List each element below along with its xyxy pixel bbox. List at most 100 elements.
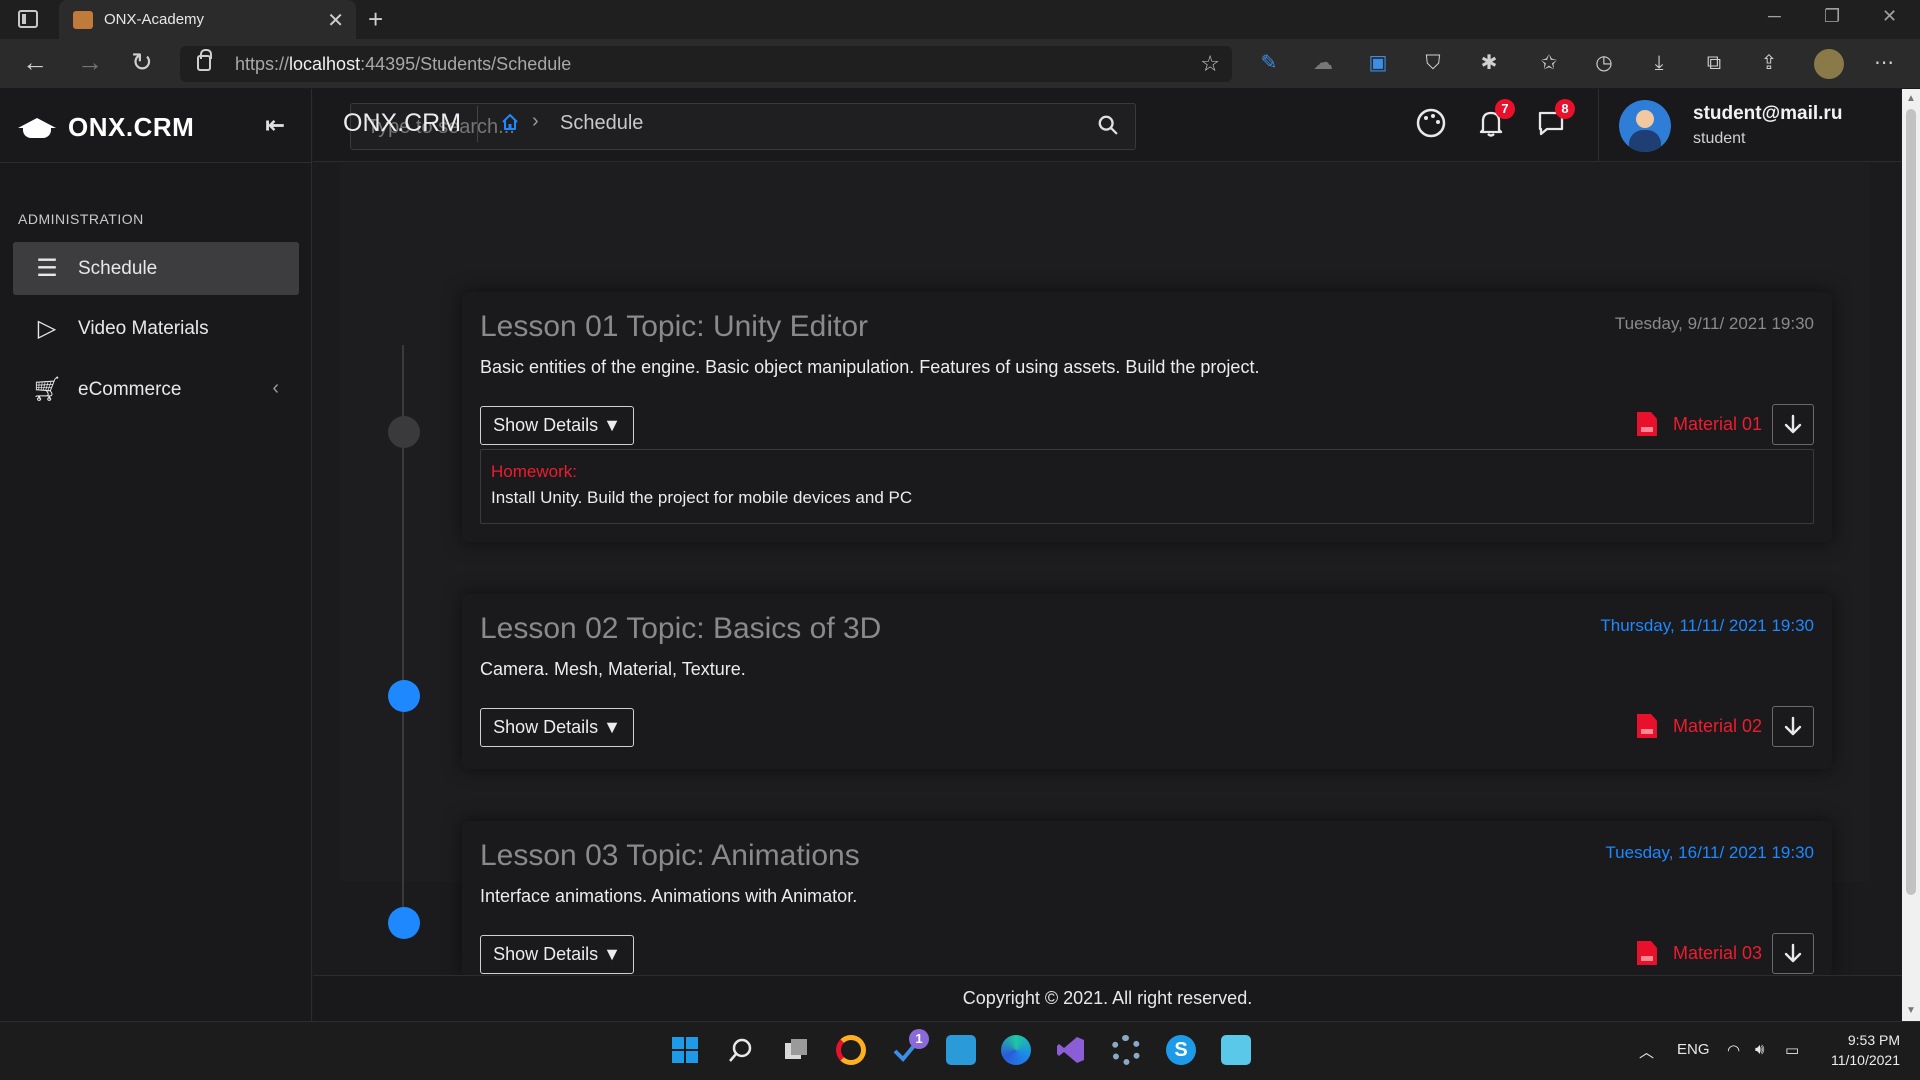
- timer-app-icon[interactable]: [836, 1035, 866, 1065]
- volume-icon[interactable]: 🔊︎: [1755, 1041, 1764, 1058]
- visual-studio-icon[interactable]: [1056, 1035, 1086, 1065]
- lesson-card: Lesson 02 Topic: Basics of 3D Thursday, …: [462, 594, 1832, 769]
- shield-extension-icon[interactable]: ⛉: [1421, 51, 1445, 75]
- download-button[interactable]: [1772, 404, 1814, 445]
- brand[interactable]: ONX.CRM: [18, 107, 194, 147]
- scroll-up-icon[interactable]: ▲: [1906, 93, 1916, 104]
- scroll-down-icon[interactable]: ▼: [1906, 1005, 1916, 1016]
- new-tab-icon[interactable]: +: [368, 4, 383, 35]
- taskbar-search-icon[interactable]: [726, 1035, 756, 1065]
- chevron-right-icon: ›: [532, 110, 539, 132]
- lesson-title: Lesson 01 Topic: Unity Editor: [480, 310, 868, 343]
- show-details-button[interactable]: Show Details ▼: [480, 935, 634, 974]
- material-link[interactable]: Material 02: [1636, 714, 1762, 738]
- forward-icon[interactable]: →: [77, 47, 103, 78]
- todo-app-icon[interactable]: 1: [891, 1029, 929, 1065]
- favorites-icon[interactable]: ✩: [1537, 51, 1561, 75]
- scroll-thumb[interactable]: [1906, 109, 1916, 895]
- homework-text: Install Unity. Build the project for mob…: [491, 488, 913, 507]
- more-options-icon[interactable]: ⋯: [1872, 51, 1896, 75]
- search-icon[interactable]: [1097, 114, 1119, 136]
- homework-label: Homework:: [491, 462, 577, 481]
- material-link[interactable]: Material 01: [1636, 412, 1762, 436]
- taskbar-clock[interactable]: 9:53 PM 11/10/2021: [1831, 1030, 1900, 1070]
- search-box: [350, 103, 1136, 150]
- site-favicon-icon: [73, 11, 93, 29]
- edge-browser-icon[interactable]: [1001, 1035, 1031, 1065]
- sidebar-item-schedule[interactable]: ☰ Schedule: [13, 242, 299, 295]
- download-arrow-icon: [1784, 414, 1802, 433]
- palette-icon[interactable]: [1413, 105, 1449, 141]
- lesson-date: Tuesday, 16/11/ 2021 19:30: [1605, 843, 1814, 862]
- wifi-icon[interactable]: ◠: [1727, 1041, 1740, 1059]
- download-button[interactable]: [1772, 706, 1814, 747]
- material-label: Material 02: [1672, 715, 1762, 736]
- avatar[interactable]: [1619, 100, 1671, 152]
- close-tab-icon[interactable]: ✕: [327, 8, 344, 33]
- tray-expand-icon[interactable]: ︿: [1639, 1041, 1654, 1062]
- material-label: Material 03: [1672, 942, 1762, 963]
- user-email[interactable]: student@mail.ru: [1693, 103, 1842, 125]
- timeline-dot-upcoming: [388, 680, 420, 712]
- tab-actions-icon[interactable]: [18, 10, 38, 28]
- chevron-left-icon: ‹: [272, 377, 279, 399]
- taskbar: 1 S ︿ ENG ◠ 🔊︎ ▭ 9:53 PM 11/10/2021: [0, 1021, 1920, 1080]
- task-view-icon[interactable]: [781, 1035, 811, 1065]
- history-icon[interactable]: ◷: [1592, 51, 1616, 75]
- url-text[interactable]: https://localhost:44395/Students/Schedul…: [235, 54, 571, 75]
- todo-badge: 1: [909, 1029, 929, 1049]
- maximize-icon[interactable]: ❐: [1824, 6, 1840, 27]
- lesson-date: Tuesday, 9/11/ 2021 19:30: [1614, 314, 1814, 333]
- show-details-button[interactable]: Show Details ▼: [480, 708, 634, 747]
- notepad-icon[interactable]: [1221, 1035, 1251, 1065]
- address-bar[interactable]: https://localhost:44395/Students/Schedul…: [180, 46, 1232, 82]
- show-details-button[interactable]: Show Details ▼: [480, 406, 634, 445]
- messages-badge: 8: [1555, 99, 1575, 119]
- language-indicator[interactable]: ENG: [1677, 1041, 1710, 1058]
- sidebar-item-video-materials[interactable]: ▷ Video Materials: [13, 302, 299, 355]
- browser-tab[interactable]: ONX-Academy ✕: [59, 0, 356, 39]
- collapse-sidebar-icon[interactable]: ⇤: [265, 111, 285, 140]
- list-icon: ☰: [36, 255, 58, 282]
- lesson-title: Lesson 02 Topic: Basics of 3D: [480, 612, 882, 645]
- browser-profile-avatar[interactable]: [1814, 49, 1844, 79]
- pdf-file-icon: [1636, 412, 1657, 436]
- downloads-icon[interactable]: ⤓: [1647, 51, 1671, 75]
- back-icon[interactable]: ←: [22, 47, 48, 78]
- settings-gear-icon[interactable]: [1111, 1035, 1141, 1065]
- notifications-button[interactable]: 7: [1473, 99, 1515, 141]
- address-toolbar: ← → ↻ https://localhost:44395/Students/S…: [0, 39, 1920, 89]
- translate-extension-icon[interactable]: ▣: [1366, 51, 1390, 75]
- page-scrollbar[interactable]: ▲ ▼: [1902, 89, 1920, 1021]
- minimize-icon[interactable]: ─: [1768, 6, 1781, 27]
- pdf-file-icon: [1636, 714, 1657, 738]
- messages-button[interactable]: 8: [1533, 99, 1575, 141]
- sidebar-item-label: eCommerce: [78, 378, 182, 400]
- skype-icon[interactable]: S: [1166, 1035, 1196, 1065]
- collections-icon[interactable]: ⧉: [1702, 51, 1726, 75]
- remote-desktop-icon[interactable]: [946, 1035, 976, 1065]
- user-role: student: [1693, 130, 1746, 147]
- refresh-icon[interactable]: ↻: [131, 47, 153, 78]
- material-link[interactable]: Material 03: [1636, 941, 1762, 965]
- share-icon[interactable]: ⇪: [1757, 51, 1781, 75]
- add-favorite-icon[interactable]: ☆: [1200, 51, 1220, 77]
- pen-extension-icon[interactable]: ✎: [1257, 51, 1281, 75]
- pdf-file-icon: [1636, 941, 1657, 965]
- battery-icon[interactable]: ▭: [1785, 1041, 1799, 1059]
- windows-start-icon[interactable]: [670, 1035, 700, 1065]
- search-input[interactable]: [367, 116, 1067, 139]
- home-icon[interactable]: [501, 113, 519, 131]
- extensions-icon[interactable]: ✱: [1477, 51, 1501, 75]
- timeline-dot-past: [388, 416, 420, 448]
- lock-icon[interactable]: [197, 49, 212, 71]
- sidebar-item-ecommerce[interactable]: 🛒︎ eCommerce ‹: [13, 363, 299, 416]
- sidebar-divider: [0, 162, 312, 163]
- cloud-extension-icon[interactable]: ☁: [1311, 51, 1335, 75]
- download-arrow-icon: [1784, 716, 1802, 735]
- lesson-description: Basic entities of the engine. Basic obje…: [480, 357, 1260, 377]
- play-icon: ▷: [37, 315, 57, 342]
- section-label: ADMINISTRATION: [18, 211, 144, 227]
- download-button[interactable]: [1772, 933, 1814, 974]
- close-window-icon[interactable]: ✕: [1882, 6, 1897, 27]
